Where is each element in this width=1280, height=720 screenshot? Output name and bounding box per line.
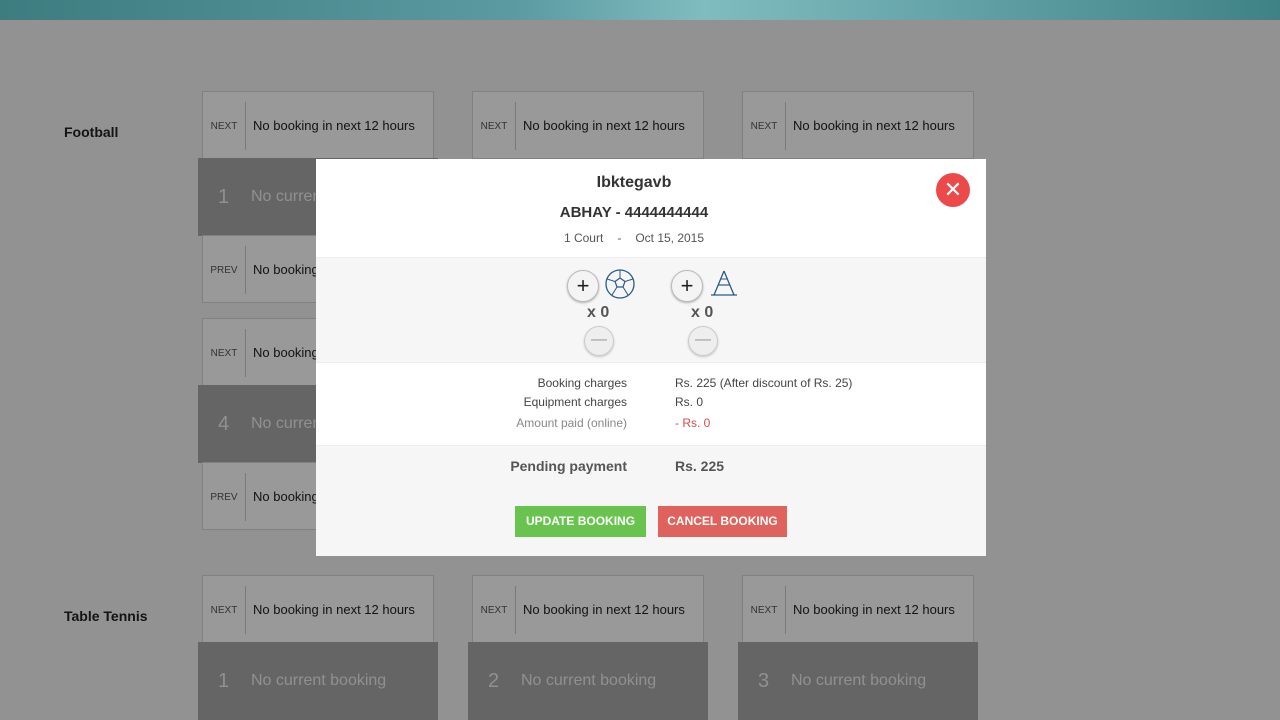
- remove-equipment-button[interactable]: —: [688, 326, 718, 356]
- modal-title: Ibktegavb: [596, 174, 672, 191]
- equipment-charges-value: Rs. 0: [675, 395, 704, 409]
- pending-payment-label: Pending payment: [510, 458, 627, 474]
- update-booking-button[interactable]: UPDATE BOOKING: [515, 506, 646, 537]
- customer-info: ABHAY - 4444444444: [559, 204, 709, 221]
- equipment-football: + x 0 —: [567, 258, 647, 364]
- amount-paid-value: - Rs. 0: [675, 416, 711, 430]
- amount-paid-label: Amount paid (online): [516, 416, 627, 430]
- booking-modal: Ibktegavb ABHAY - 4444444444 1 Court - Oct…: [316, 159, 986, 556]
- equipment-section: + x 0 — + x 0 —: [316, 257, 986, 363]
- add-equipment-button[interactable]: +: [671, 270, 703, 302]
- top-banner: [0, 0, 1280, 20]
- add-equipment-button[interactable]: +: [567, 270, 599, 302]
- pending-section: Pending payment Rs. 225 UPDATE BOOKING C…: [316, 445, 986, 556]
- equipment-table-tennis: + x 0 —: [671, 258, 751, 364]
- equipment-count: x 0: [587, 304, 610, 321]
- booking-charges-value: Rs. 225 (After discount of Rs. 25): [675, 376, 853, 390]
- equipment-count: x 0: [691, 304, 714, 321]
- booking-date: Oct 15, 2015: [635, 231, 705, 245]
- table-tennis-icon: [711, 270, 737, 296]
- equipment-charges-label: Equipment charges: [523, 395, 627, 409]
- booking-charges-row: Booking charges Rs. 225 (After discount …: [316, 376, 986, 396]
- booking-subinfo: 1 Court - Oct 15, 2015: [316, 231, 952, 245]
- subinfo-separator: -: [617, 231, 622, 245]
- football-icon: [605, 269, 635, 299]
- pending-payment-value: Rs. 225: [675, 458, 725, 474]
- court-count: 1 Court: [563, 231, 604, 245]
- cancel-booking-button[interactable]: CANCEL BOOKING: [658, 506, 787, 537]
- booking-charges-label: Booking charges: [537, 376, 627, 390]
- amount-paid-row: Amount paid (online) - Rs. 0: [316, 416, 986, 436]
- close-icon[interactable]: ✕: [936, 173, 970, 207]
- equipment-charges-row: Equipment charges Rs. 0: [316, 395, 986, 415]
- remove-equipment-button[interactable]: —: [584, 326, 614, 356]
